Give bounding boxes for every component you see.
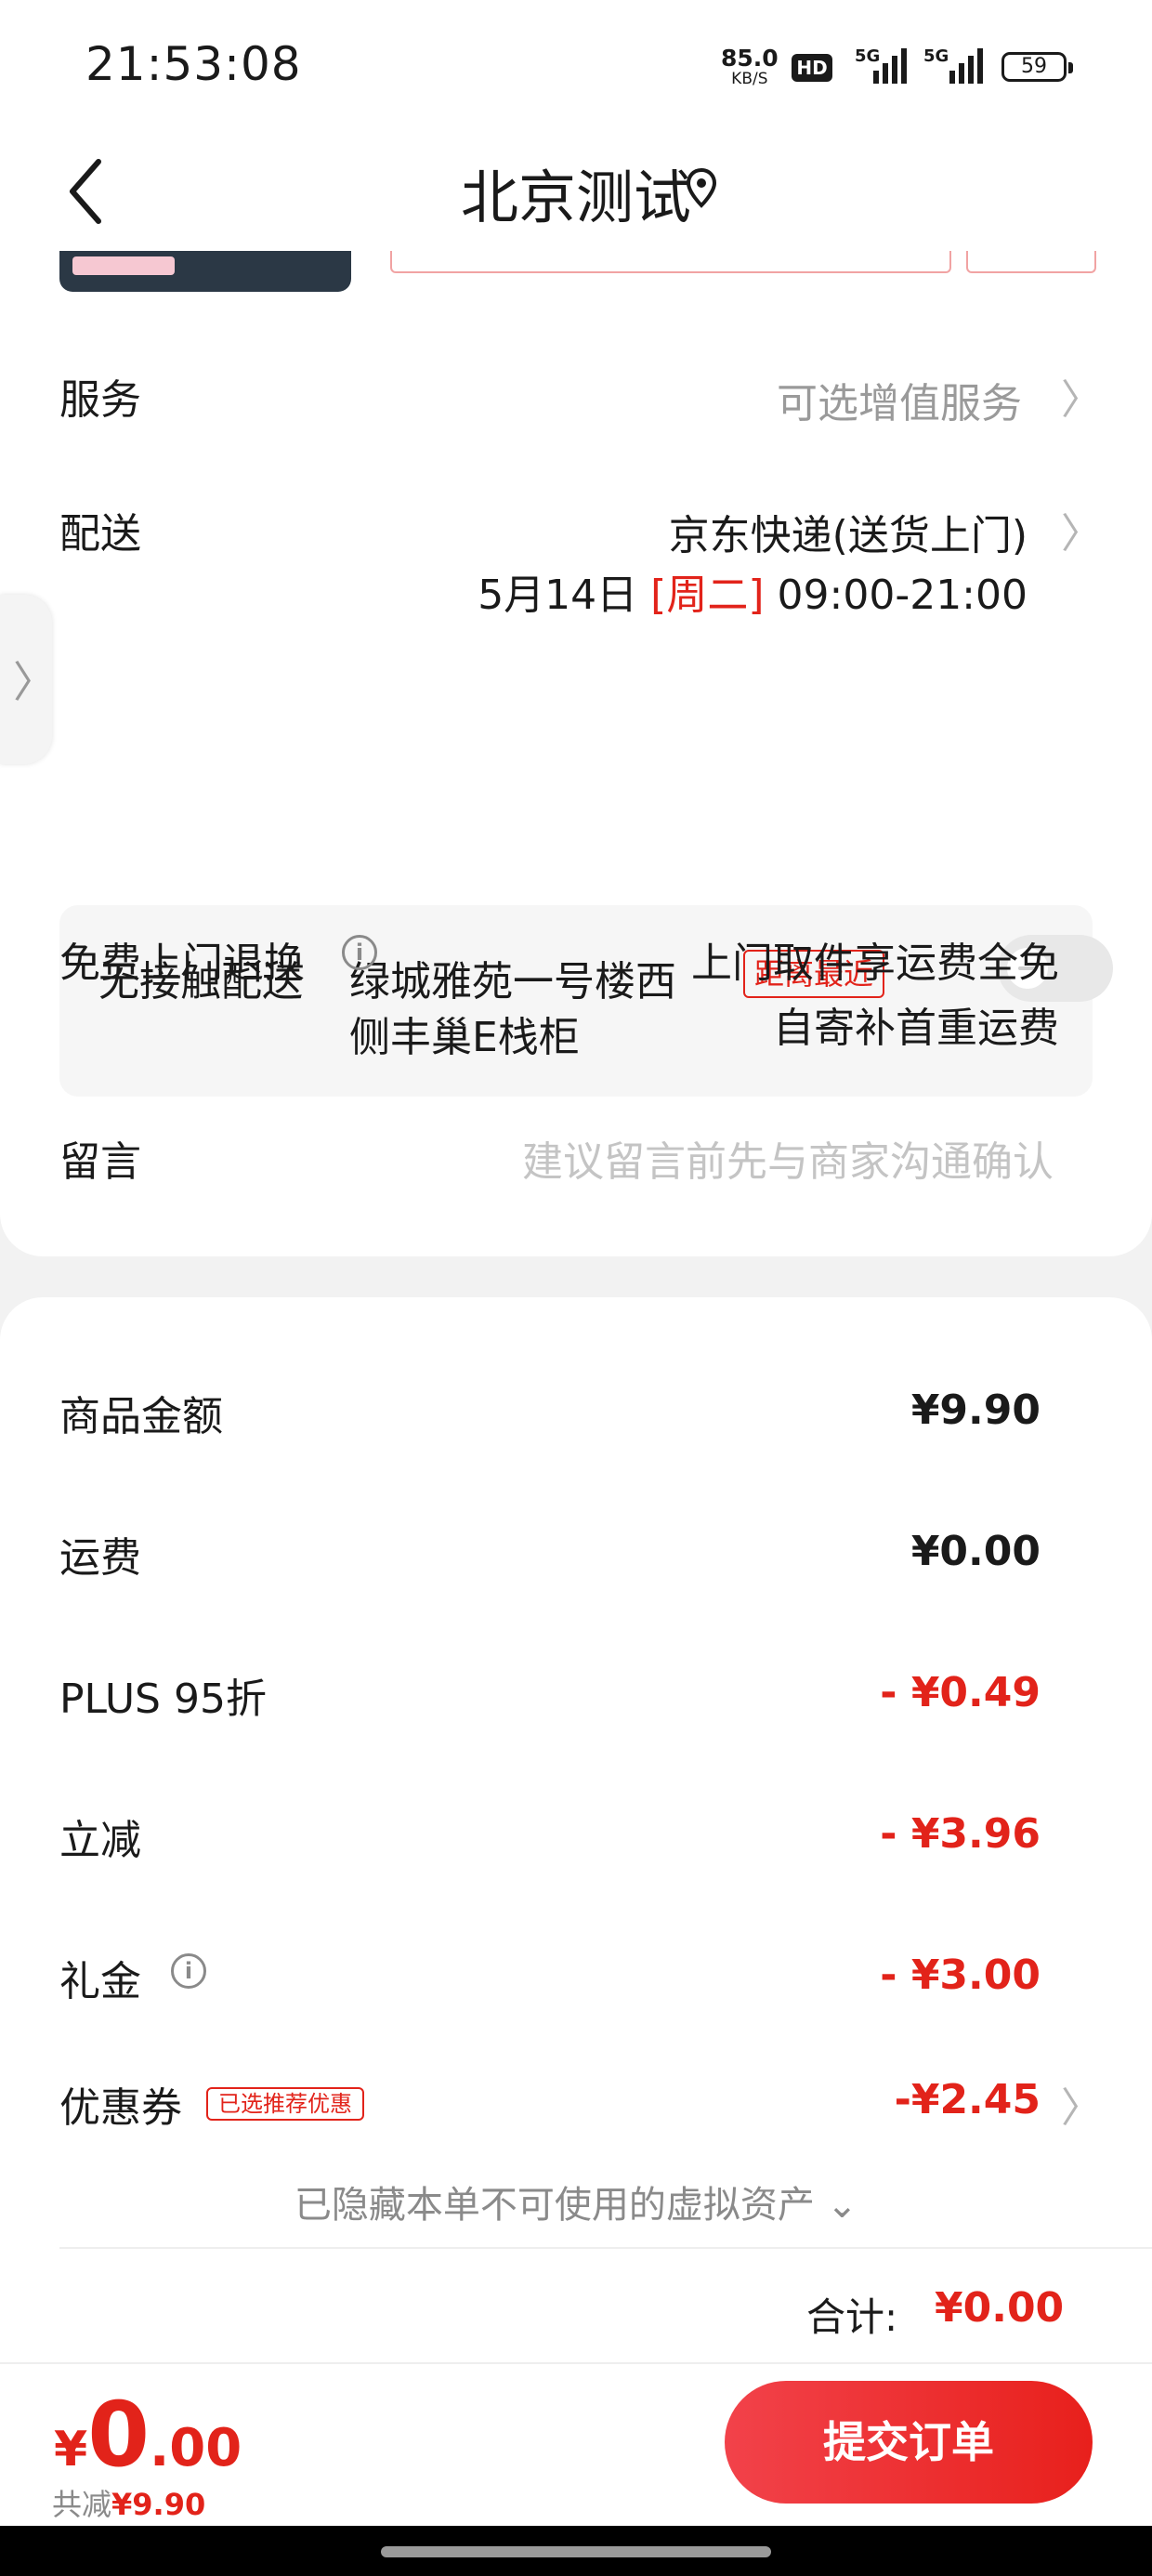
summary-label-plus: PLUS 95折 — [59, 1676, 267, 1723]
status-bar: 21:53:08 85.0 KB/S HD 5G 5G 59 — [0, 0, 1152, 130]
total-label: 合计: — [806, 2294, 898, 2340]
clock: 21:53:08 — [85, 37, 302, 91]
delivery-date: 5月14日 — [478, 572, 638, 619]
saved-value: ¥9.90 — [111, 2487, 206, 2522]
page-title: 北京测试 — [460, 164, 691, 231]
service-value: 可选增值服务 — [777, 380, 1022, 427]
side-drawer-handle[interactable]: 〉 — [0, 595, 56, 764]
signal-1-icon — [873, 48, 910, 84]
pay-amount-decimal: .00 — [149, 2418, 242, 2478]
summary-label-instant: 立减 — [59, 1817, 141, 1864]
free-return-label: 免费上门退换 — [59, 940, 305, 987]
promo-tag-truncated — [390, 251, 951, 273]
summary-label-goods: 商品金额 — [59, 1393, 223, 1440]
header: 北京测试 — [0, 130, 1152, 251]
submit-order-button[interactable]: 提交订单 — [725, 2381, 1093, 2504]
pay-amount-integer: 0 — [87, 2383, 150, 2487]
total-value: ¥0.00 — [935, 2284, 1065, 2332]
delivery-time: 5月14日 [周二] 09:00-21:00 — [478, 561, 1028, 621]
message-input[interactable]: 建议留言前先与商家沟通确认 — [522, 1128, 1054, 1188]
network-speed-unit: KB/S — [731, 70, 768, 88]
chevron-right-icon: 〉 — [1061, 376, 1102, 424]
location-pin-icon[interactable] — [685, 167, 718, 210]
network-speed: 85.0 KB/S — [721, 45, 779, 89]
order-options-card: 〉 服务 可选增值服务 〉 配送 京东快递(送货上门) 〉 5月14日 [周二]… — [0, 251, 1152, 1256]
promo-tag-truncated-2 — [966, 251, 1096, 273]
chevron-right-icon: 〉 — [1061, 2084, 1102, 2132]
price-summary-card: 商品金额 ¥9.90 运费 ¥0.00 PLUS 95折 - ¥0.49 立减 … — [0, 1297, 1152, 2362]
summary-value-gift: - ¥3.00 — [880, 1952, 1041, 1999]
saved-amount: 共减¥9.90 — [52, 2481, 205, 2524]
chevron-right-icon: 〉 — [1061, 510, 1102, 558]
product-thumbnail[interactable] — [59, 251, 351, 292]
pickup-address-line2: 侧丰巢E栈柜 — [349, 1014, 580, 1061]
delivery-time-range: 09:00-21:00 — [777, 572, 1028, 619]
summary-label-gift: 礼金 — [59, 1958, 141, 2005]
delivery-weekday: [周二] — [650, 572, 765, 619]
free-return-line2: 自寄补首重运费 — [773, 1005, 1059, 1052]
pickup-address-line1: 绿城雅苑一号楼西 — [349, 958, 676, 1005]
service-label: 服务 — [59, 376, 141, 424]
currency-symbol: ¥ — [54, 2422, 88, 2477]
checkout-bar: ¥0.00 共减¥9.90 提交订单 — [0, 2362, 1152, 2528]
summary-value-shipping: ¥0.00 — [910, 1528, 1041, 1575]
sim2-label: 5G — [923, 46, 949, 66]
hidden-assets-toggle[interactable]: 已隐藏本单不可使用的虚拟资产 ⌄ — [0, 2175, 1152, 2228]
saved-label: 共减 — [52, 2487, 112, 2522]
summary-value-goods: ¥9.90 — [910, 1387, 1041, 1434]
summary-value-instant: - ¥3.96 — [880, 1810, 1041, 1858]
battery-icon: 59 — [1001, 52, 1073, 82]
signal-2-icon — [949, 48, 987, 84]
summary-label-coupon: 优惠券 — [59, 2084, 182, 2132]
hd-icon: HD — [792, 54, 832, 82]
home-indicator[interactable] — [381, 2546, 771, 2557]
chevron-down-icon: ⌄ — [826, 2184, 858, 2227]
summary-value-plus: - ¥0.49 — [880, 1669, 1041, 1716]
delivery-method: 京东快递(送货上门) — [668, 512, 1028, 559]
system-nav-bar — [0, 2526, 1152, 2576]
delivery-label: 配送 — [59, 510, 141, 558]
divider — [59, 2247, 1152, 2249]
pay-amount: ¥0.00 — [54, 2383, 242, 2487]
free-return-line1: 上门取件享运费全免 — [691, 940, 1059, 987]
summary-label-shipping: 运费 — [59, 1534, 141, 1582]
hidden-assets-note: 已隐藏本单不可使用的虚拟资产 — [294, 2184, 815, 2227]
coupon-recommend-tag: 已选推荐优惠 — [206, 2087, 364, 2121]
network-speed-value: 85.0 — [721, 45, 779, 72]
info-icon[interactable]: i — [171, 1953, 206, 1989]
message-label: 留言 — [59, 1138, 141, 1186]
info-icon[interactable]: i — [342, 935, 377, 970]
summary-value-coupon: -¥2.45 — [894, 2076, 1041, 2123]
chevron-right-icon: 〉 — [13, 657, 56, 707]
